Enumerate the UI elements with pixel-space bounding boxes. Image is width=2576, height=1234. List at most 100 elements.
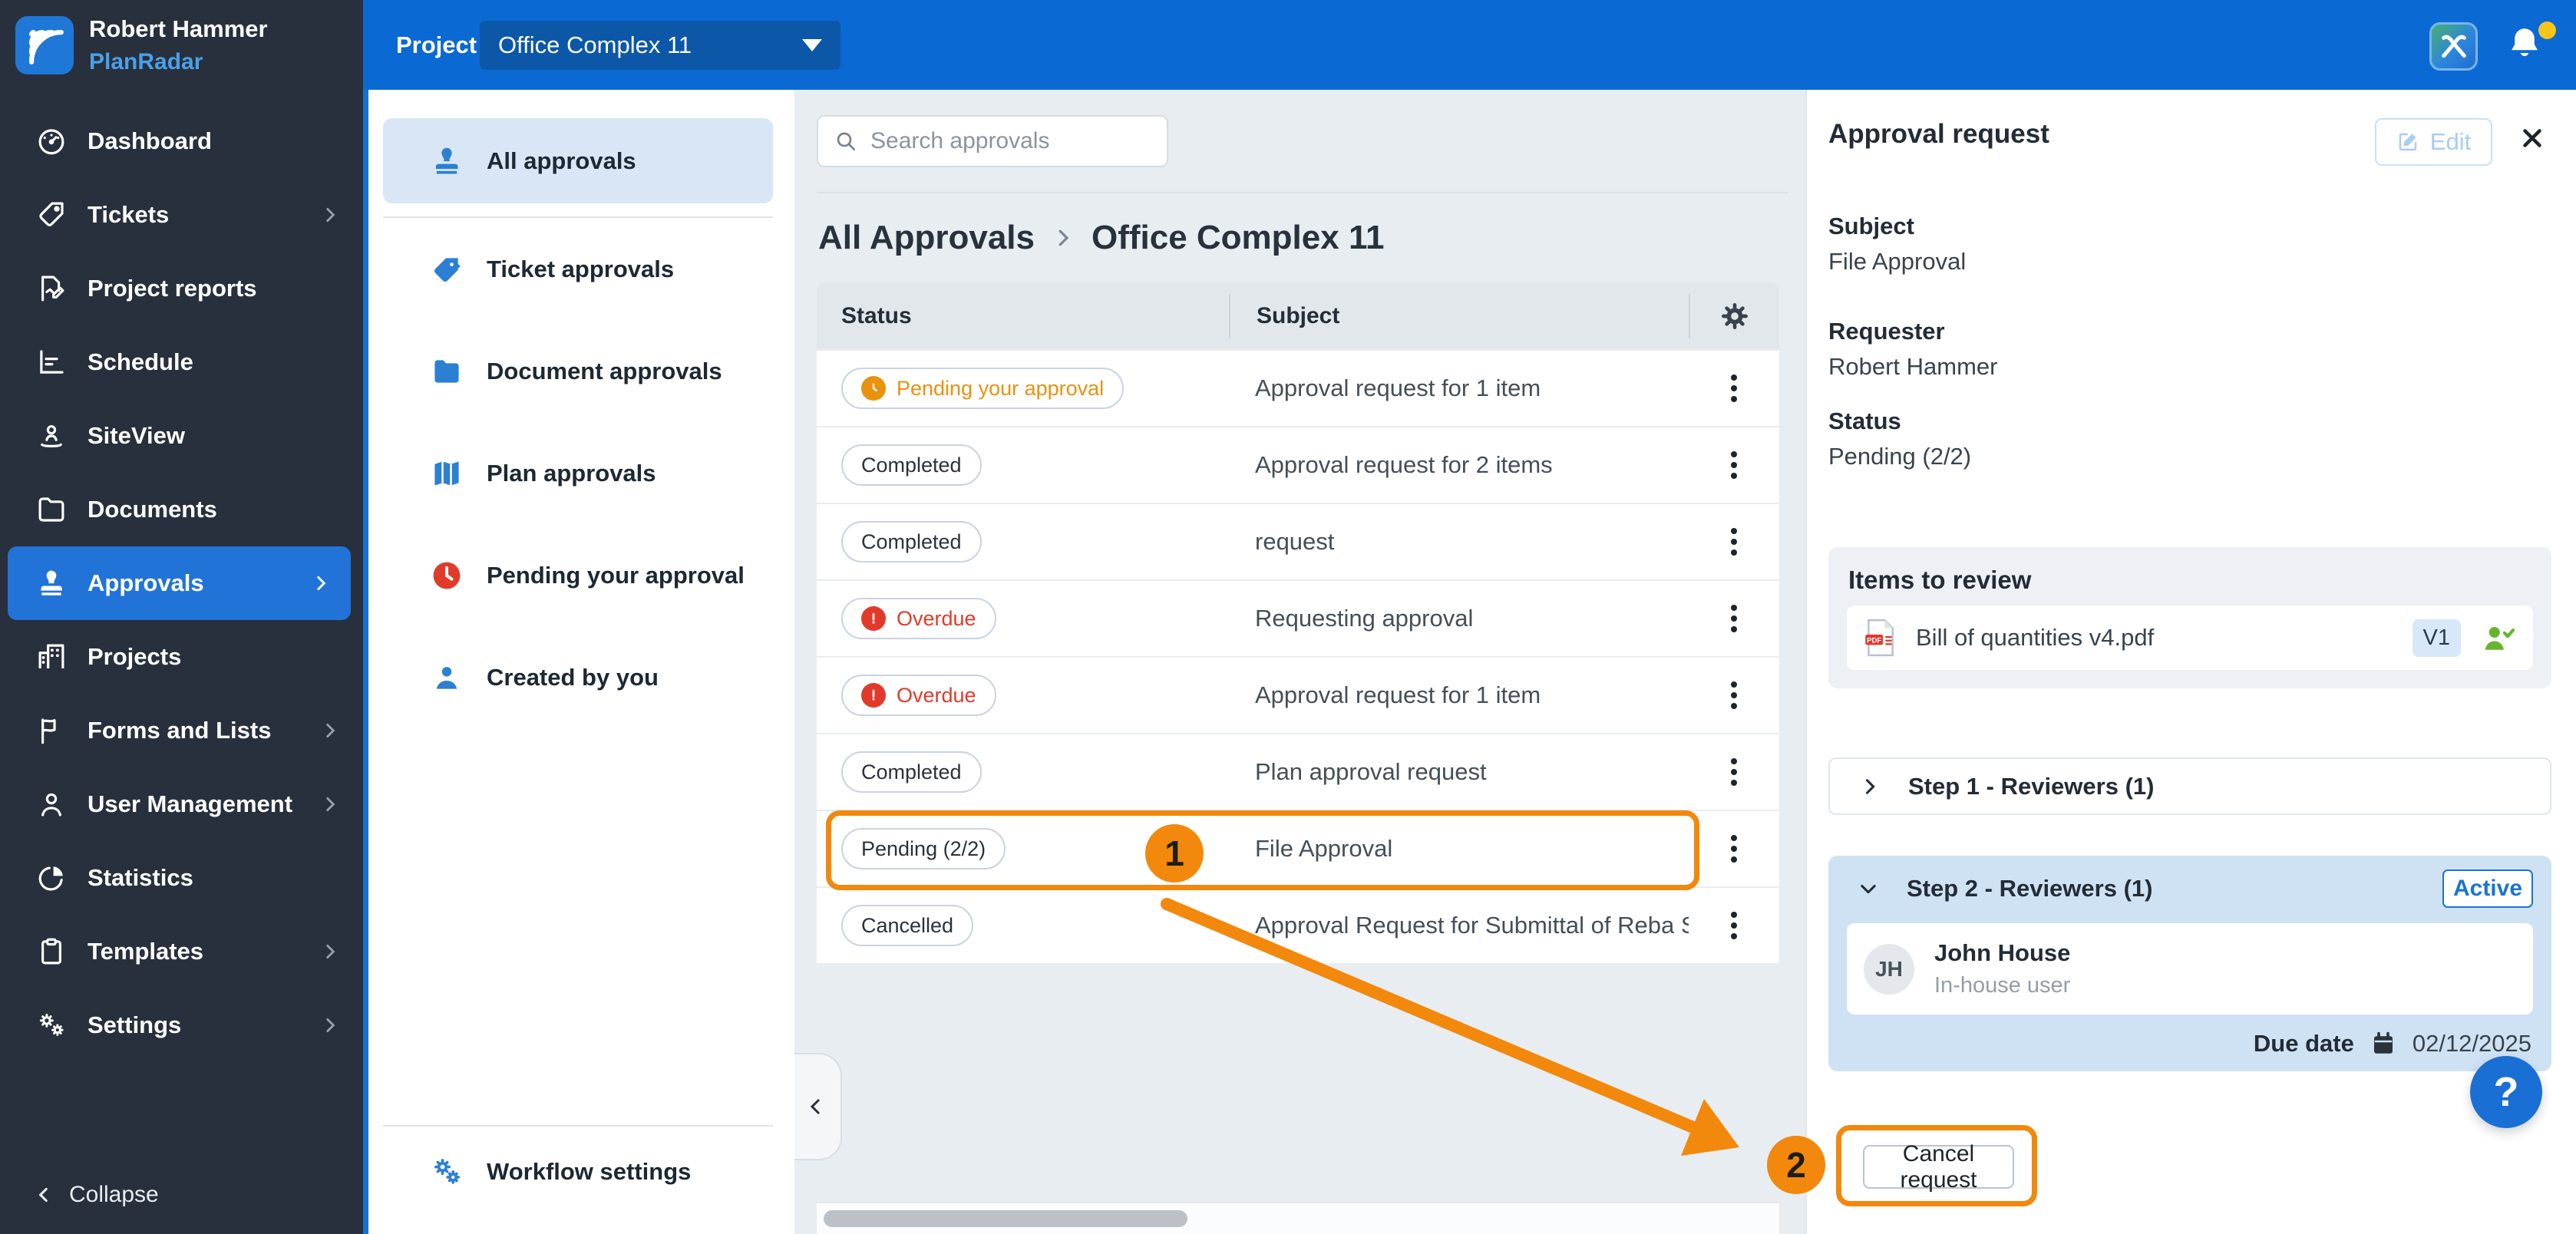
kebab-menu-icon[interactable] xyxy=(1731,385,1737,391)
sidebar-item-label: SiteView xyxy=(88,422,185,450)
sidebar-item-dashboard[interactable]: Dashboard xyxy=(0,104,363,178)
subnav-item-label: Ticket approvals xyxy=(487,256,674,283)
sidebar-item-settings[interactable]: Settings xyxy=(0,988,363,1062)
subject-field-value: File Approval xyxy=(1828,248,1966,276)
subnav-item-label: All approvals xyxy=(487,147,636,175)
chevron-right-icon xyxy=(1052,226,1075,249)
search-box[interactable] xyxy=(817,115,1168,167)
table-row-file-approval[interactable]: Pending (2/2) File Approval xyxy=(817,810,1779,886)
sidebar-item-user-management[interactable]: User Management xyxy=(0,767,363,841)
chevron-right-icon xyxy=(320,1015,340,1035)
sidebar-item-siteview[interactable]: SiteView xyxy=(0,399,363,473)
kebab-menu-icon[interactable] xyxy=(1731,462,1737,468)
kebab-menu-icon[interactable] xyxy=(1731,769,1737,775)
table-row[interactable]: Pending your approval Approval request f… xyxy=(817,349,1779,426)
tag-icon xyxy=(430,252,464,286)
due-date-label: Due date xyxy=(2254,1030,2354,1057)
user-name: Robert Hammer xyxy=(89,15,268,43)
horizontal-scrollbar[interactable] xyxy=(817,1202,1779,1234)
help-button[interactable]: ? xyxy=(2470,1056,2542,1128)
sidebar-item-label: Documents xyxy=(88,496,217,523)
sidebar-item-label: Tickets xyxy=(88,201,169,229)
chevron-left-icon xyxy=(34,1185,54,1205)
table-row[interactable]: Overdue Requesting approval xyxy=(817,579,1779,656)
status-badge: Completed xyxy=(841,521,982,563)
sidebar-collapse-button[interactable]: Collapse xyxy=(34,1182,159,1208)
gear-icon[interactable] xyxy=(1719,301,1750,332)
sidebar-item-templates[interactable]: Templates xyxy=(0,915,363,988)
edit-button[interactable]: Edit xyxy=(2375,118,2492,166)
subnav-item-all-approvals[interactable]: All approvals xyxy=(383,118,773,203)
table-row[interactable]: Cancelled Approval Request for Submittal… xyxy=(817,886,1779,963)
connect-icon xyxy=(2439,31,2469,62)
subnav-item-plan-approvals[interactable]: Plan approvals xyxy=(368,422,794,524)
sidebar-item-projects[interactable]: Projects xyxy=(0,620,363,694)
approvals-table: Status Subject Pending your approval App… xyxy=(817,282,1779,963)
subnav-item-ticket-approvals[interactable]: Ticket approvals xyxy=(368,218,794,320)
notifications-button[interactable] xyxy=(2502,21,2556,72)
file-item[interactable]: PDF Bill of quantities v4.pdf V1 xyxy=(1847,605,2533,670)
workflow-gears-icon xyxy=(430,1155,464,1189)
sidebar-item-tickets[interactable]: Tickets xyxy=(0,178,363,252)
step2-header[interactable]: Step 2 - Reviewers (1) Active xyxy=(1828,856,2551,922)
sidebar-item-label: Templates xyxy=(88,938,203,965)
gantt-icon xyxy=(35,346,68,378)
sidebar-item-documents[interactable]: Documents xyxy=(0,473,363,546)
project-select[interactable]: Office Complex 11 xyxy=(480,21,841,70)
svg-text:PDF: PDF xyxy=(1867,637,1881,645)
table-row[interactable]: Completed request xyxy=(817,503,1779,579)
brand-name: PlanRadar xyxy=(89,49,268,75)
row-subject: Approval request for 2 items xyxy=(1229,451,1689,479)
step1-section[interactable]: Step 1 - Reviewers (1) xyxy=(1828,757,2551,815)
notification-badge xyxy=(2538,21,2556,39)
kebab-menu-icon[interactable] xyxy=(1731,615,1737,622)
table-row[interactable]: Overdue Approval request for 1 item xyxy=(817,656,1779,733)
chevron-right-icon xyxy=(320,721,340,741)
pdf-file-icon: PDF xyxy=(1864,619,1896,657)
cancel-request-button[interactable]: Cancel request xyxy=(1863,1145,2014,1189)
calendar-icon xyxy=(2370,1030,2397,1057)
sidebar-item-schedule[interactable]: Schedule xyxy=(0,325,363,399)
status-badge: Overdue xyxy=(841,598,996,639)
gears-icon xyxy=(35,1009,68,1041)
sidebar-item-forms-lists[interactable]: Forms and Lists xyxy=(0,694,363,767)
kebab-menu-icon[interactable] xyxy=(1731,846,1737,852)
scrollbar-thumb[interactable] xyxy=(824,1210,1187,1227)
subnav-item-pending-your-approval[interactable]: Pending your approval xyxy=(368,524,794,626)
version-badge: V1 xyxy=(2413,619,2461,657)
sidebar-item-label: Settings xyxy=(88,1011,181,1039)
sidebar-item-approvals[interactable]: Approvals xyxy=(8,546,351,620)
account-header[interactable]: Robert Hammer PlanRadar xyxy=(0,0,363,90)
sidebar-item-project-reports[interactable]: Project reports xyxy=(0,252,363,325)
step2-section: Step 2 - Reviewers (1) Active JH John Ho… xyxy=(1828,856,2551,1071)
column-header-status[interactable]: Status xyxy=(817,303,1229,329)
alert-icon xyxy=(861,606,886,631)
row-subject: Requesting approval xyxy=(1229,605,1689,632)
row-subject: request xyxy=(1229,528,1689,556)
table-header: Status Subject xyxy=(817,282,1779,349)
kebab-menu-icon[interactable] xyxy=(1731,692,1737,698)
column-header-subject[interactable]: Subject xyxy=(1229,294,1689,338)
search-input[interactable] xyxy=(870,128,1167,154)
panel-collapse-handle[interactable] xyxy=(791,1053,842,1160)
subnav-item-document-approvals[interactable]: Document approvals xyxy=(368,320,794,422)
sidebar-item-label: Approvals xyxy=(88,569,204,597)
chevron-right-icon xyxy=(1859,776,1881,797)
clock-icon xyxy=(861,376,886,401)
subnav-item-workflow-settings[interactable]: Workflow settings xyxy=(368,1137,794,1206)
tag-icon xyxy=(35,199,68,231)
approvals-subnav: All approvals Ticket approvals Document … xyxy=(363,90,794,1234)
reviewer-card[interactable]: JH John House In-house user xyxy=(1847,923,2533,1015)
close-icon[interactable] xyxy=(2518,124,2547,153)
sidebar-item-label: User Management xyxy=(88,790,292,818)
kebab-menu-icon[interactable] xyxy=(1731,922,1737,929)
table-row[interactable]: Completed Plan approval request xyxy=(817,733,1779,810)
sidebar-item-label: Forms and Lists xyxy=(88,717,271,744)
connect-app-button[interactable] xyxy=(2429,22,2478,71)
table-row[interactable]: Completed Approval request for 2 items xyxy=(817,426,1779,503)
subnav-item-created-by-you[interactable]: Created by you xyxy=(368,626,794,728)
clipboard-icon xyxy=(35,935,68,968)
breadcrumb-root[interactable]: All Approvals xyxy=(818,219,1035,257)
sidebar-item-statistics[interactable]: Statistics xyxy=(0,841,363,915)
kebab-menu-icon[interactable] xyxy=(1731,539,1737,545)
